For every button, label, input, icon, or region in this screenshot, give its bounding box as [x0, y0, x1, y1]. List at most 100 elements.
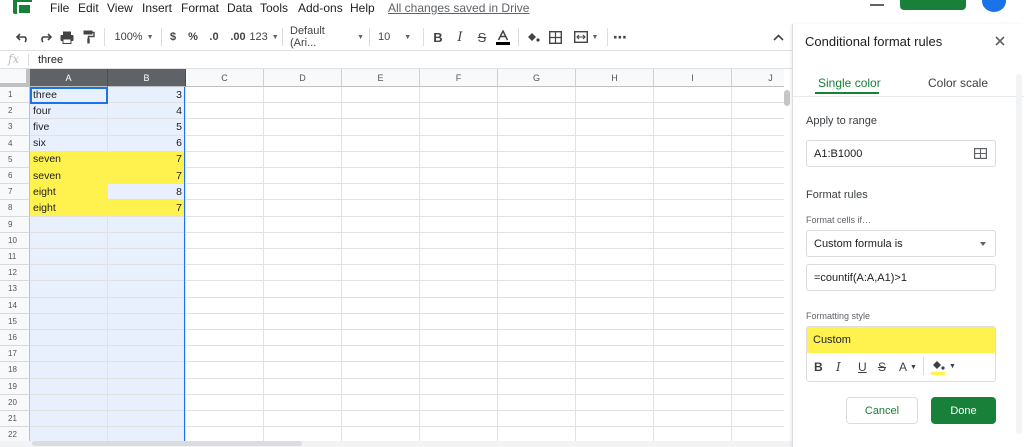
cell-d5[interactable] [264, 151, 342, 168]
cell-c14[interactable] [186, 297, 264, 314]
cell-b20[interactable] [108, 394, 186, 411]
zoom-select[interactable]: 100% ▼ [112, 27, 156, 47]
cell-c8[interactable] [186, 200, 264, 217]
cell-i3[interactable] [654, 119, 732, 136]
style-bold-button[interactable]: B [814, 360, 823, 374]
cell-e22[interactable] [342, 427, 420, 441]
cell-j3[interactable] [732, 119, 784, 136]
cell-i5[interactable] [654, 151, 732, 168]
menu-file[interactable]: File [50, 1, 69, 15]
cell-j2[interactable] [732, 103, 784, 120]
cell-h17[interactable] [576, 346, 654, 363]
cell-j18[interactable] [732, 362, 784, 379]
cell-f20[interactable] [420, 394, 498, 411]
undo-icon[interactable] [14, 27, 32, 47]
cell-g9[interactable] [498, 216, 576, 233]
cell-d3[interactable] [264, 119, 342, 136]
style-underline-button[interactable]: U [858, 360, 867, 374]
cell-d11[interactable] [264, 249, 342, 266]
cell-c5[interactable] [186, 151, 264, 168]
row-header[interactable]: 17 [0, 346, 30, 363]
cell-d15[interactable] [264, 313, 342, 330]
cell-b12[interactable] [108, 265, 186, 282]
cell-b6[interactable]: 7 [108, 168, 186, 185]
column-header-e[interactable]: E [342, 69, 420, 87]
cell-c11[interactable] [186, 249, 264, 266]
row-header[interactable]: 16 [0, 330, 30, 347]
row-header[interactable]: 7 [0, 184, 30, 201]
cell-f2[interactable] [420, 103, 498, 120]
cell-h2[interactable] [576, 103, 654, 120]
cell-i21[interactable] [654, 411, 732, 428]
row-header[interactable]: 8 [0, 200, 30, 217]
percent-format-button[interactable]: % [186, 27, 200, 47]
cell-i2[interactable] [654, 103, 732, 120]
cell-e13[interactable] [342, 281, 420, 298]
cell-b7[interactable]: 8 [108, 184, 186, 201]
cell-e1[interactable] [342, 87, 420, 104]
cell-h5[interactable] [576, 151, 654, 168]
cell-j14[interactable] [732, 298, 784, 314]
cell-h13[interactable] [576, 281, 654, 298]
cell-c19[interactable] [186, 378, 264, 395]
cell-e14[interactable] [342, 297, 420, 314]
cell-g1[interactable] [498, 87, 576, 104]
cell-f10[interactable] [420, 232, 498, 249]
cell-f19[interactable] [420, 378, 498, 395]
cell-c21[interactable] [186, 411, 264, 428]
cell-g13[interactable] [498, 281, 576, 298]
row-header[interactable]: 19 [0, 378, 30, 395]
cell-b18[interactable] [108, 362, 186, 379]
cell-b15[interactable] [108, 313, 186, 330]
cell-e12[interactable] [342, 265, 420, 282]
cell-d9[interactable] [264, 216, 342, 233]
cell-g15[interactable] [498, 313, 576, 330]
cell-j7[interactable] [732, 184, 784, 201]
cell-d22[interactable] [264, 427, 342, 441]
cell-f14[interactable] [420, 297, 498, 314]
cell-b4[interactable]: 6 [108, 135, 186, 152]
cell-c18[interactable] [186, 362, 264, 379]
cell-a7[interactable]: eight [30, 184, 108, 201]
cell-b11[interactable] [108, 249, 186, 266]
cell-j5[interactable] [732, 152, 784, 168]
tab-color-scale[interactable]: Color scale [928, 76, 988, 90]
menu-insert[interactable]: Insert [142, 1, 172, 15]
cell-e3[interactable] [342, 119, 420, 136]
cell-a13[interactable] [30, 281, 108, 298]
cell-c22[interactable] [186, 427, 264, 441]
cell-e9[interactable] [342, 216, 420, 233]
borders-icon[interactable] [546, 27, 564, 47]
cell-d19[interactable] [264, 378, 342, 395]
cell-f12[interactable] [420, 265, 498, 282]
cell-b21[interactable] [108, 411, 186, 428]
paint-format-icon[interactable] [80, 27, 98, 47]
cell-g19[interactable] [498, 378, 576, 395]
column-header-c[interactable]: C [186, 69, 264, 87]
cell-d13[interactable] [264, 281, 342, 298]
cell-e19[interactable] [342, 378, 420, 395]
share-button[interactable] [900, 0, 966, 10]
cell-a19[interactable] [30, 378, 108, 395]
cell-c17[interactable] [186, 346, 264, 363]
cell-f1[interactable] [420, 87, 498, 104]
cell-a20[interactable] [30, 394, 108, 411]
cell-d4[interactable] [264, 135, 342, 152]
cell-a4[interactable]: six [30, 135, 108, 152]
cell-c20[interactable] [186, 394, 264, 411]
style-preview[interactable]: Custom [807, 327, 995, 353]
row-header[interactable]: 10 [0, 232, 30, 249]
cell-f4[interactable] [420, 135, 498, 152]
row-header[interactable]: 5 [0, 151, 30, 168]
style-fill-color-button[interactable]: ▼ [931, 358, 956, 375]
horizontal-scrollbar[interactable] [32, 441, 302, 446]
cell-h15[interactable] [576, 313, 654, 330]
cell-b10[interactable] [108, 232, 186, 249]
cell-f5[interactable] [420, 151, 498, 168]
cell-c13[interactable] [186, 281, 264, 298]
cell-b1[interactable]: 3 [108, 87, 186, 104]
close-icon[interactable] [993, 34, 1007, 48]
cell-h22[interactable] [576, 427, 654, 441]
decrease-decimal-button[interactable]: .0 [205, 27, 223, 47]
cell-c3[interactable] [186, 119, 264, 136]
